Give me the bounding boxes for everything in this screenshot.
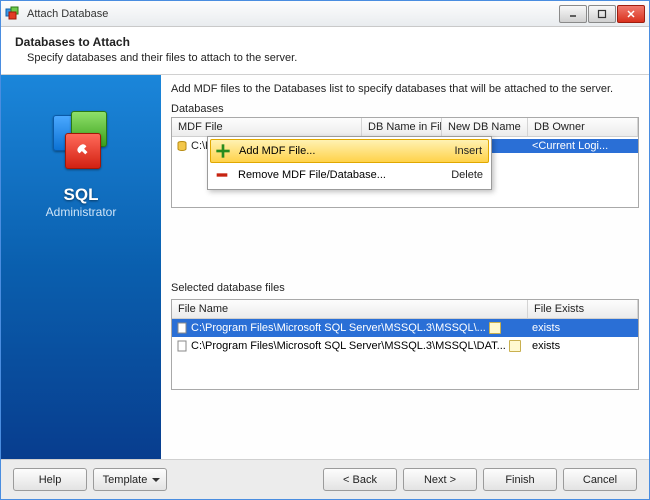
- context-menu: Add MDF File... Insert Remove MDF File/D…: [207, 136, 492, 190]
- finish-button[interactable]: Finish: [483, 468, 557, 491]
- plus-icon: [215, 143, 231, 159]
- col-new-db-name[interactable]: New DB Name: [442, 118, 528, 136]
- brand-icon: [49, 111, 113, 175]
- page-title: Databases to Attach: [15, 35, 635, 49]
- window-controls: [559, 5, 645, 23]
- app-subtitle: Administrator: [46, 205, 117, 219]
- template-button[interactable]: Template: [93, 468, 167, 491]
- minus-icon: [214, 167, 230, 183]
- help-button[interactable]: Help: [13, 468, 87, 491]
- browse-icon[interactable]: [509, 340, 521, 352]
- browse-icon[interactable]: [489, 322, 501, 334]
- titlebar[interactable]: Attach Database: [1, 1, 649, 27]
- database-icon: [176, 140, 188, 152]
- col-db-name[interactable]: DB Name in File: [362, 118, 442, 136]
- databases-label: Databases: [171, 103, 639, 115]
- cell-owner: <Current Logi...: [532, 140, 608, 152]
- menu-remove-shortcut: Delete: [451, 169, 483, 181]
- maximize-button[interactable]: [588, 5, 616, 23]
- cell-exists: exists: [532, 322, 560, 334]
- dialog-header: Databases to Attach Specify databases an…: [1, 27, 649, 75]
- cancel-button[interactable]: Cancel: [563, 468, 637, 491]
- menu-add-label: Add MDF File...: [239, 145, 446, 157]
- menu-remove-mdf[interactable]: Remove MDF File/Database... Delete: [210, 163, 489, 187]
- cell-filename: C:\Program Files\Microsoft SQL Server\MS…: [191, 322, 486, 334]
- files-table[interactable]: File Name File Exists C:\Program Files\M…: [171, 299, 639, 390]
- cell-filename: C:\Program Files\Microsoft SQL Server\MS…: [191, 340, 506, 352]
- app-icon: [5, 6, 21, 22]
- menu-remove-label: Remove MDF File/Database...: [238, 169, 443, 181]
- next-button[interactable]: Next >: [403, 468, 477, 491]
- attach-database-window: Attach Database Databases to Attach Spec…: [0, 0, 650, 500]
- files-header: File Name File Exists: [172, 300, 638, 319]
- close-button[interactable]: [617, 5, 645, 23]
- dialog-body: SQL Administrator Add MDF files to the D…: [1, 75, 649, 459]
- table-row[interactable]: C:\Program Files\Microsoft SQL Server\MS…: [172, 337, 638, 355]
- main-panel: Add MDF files to the Databases list to s…: [161, 75, 649, 459]
- databases-header: MDF File DB Name in File New DB Name DB …: [172, 118, 638, 137]
- col-db-owner[interactable]: DB Owner: [528, 118, 638, 136]
- selected-files-label: Selected database files: [171, 282, 639, 294]
- description-text: Add MDF files to the Databases list to s…: [171, 83, 639, 95]
- menu-add-mdf[interactable]: Add MDF File... Insert: [210, 139, 489, 163]
- col-file-exists[interactable]: File Exists: [528, 300, 638, 318]
- app-name: SQL: [64, 185, 99, 205]
- page-subtitle: Specify databases and their files to att…: [15, 52, 635, 64]
- footer: Help Template < Back Next > Finish Cance…: [1, 459, 649, 499]
- cell-exists: exists: [532, 340, 560, 352]
- menu-add-shortcut: Insert: [454, 145, 482, 157]
- window-title: Attach Database: [27, 8, 559, 20]
- minimize-button[interactable]: [559, 5, 587, 23]
- file-icon: [176, 322, 188, 334]
- files-body: C:\Program Files\Microsoft SQL Server\MS…: [172, 319, 638, 389]
- file-icon: [176, 340, 188, 352]
- sidebar: SQL Administrator: [1, 75, 161, 459]
- table-row[interactable]: C:\Program Files\Microsoft SQL Server\MS…: [172, 319, 638, 337]
- col-mdf-file[interactable]: MDF File: [172, 118, 362, 136]
- back-button[interactable]: < Back: [323, 468, 397, 491]
- col-file-name[interactable]: File Name: [172, 300, 528, 318]
